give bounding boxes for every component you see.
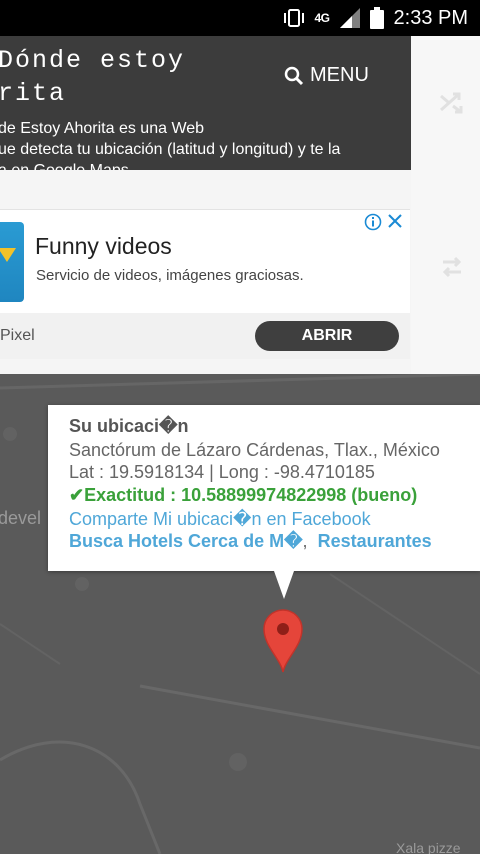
share-facebook-link[interactable]: Comparte Mi ubicaci�n en Facebook bbox=[69, 509, 371, 530]
location-pin-icon[interactable] bbox=[262, 608, 304, 674]
menu-button[interactable]: MENU bbox=[284, 64, 369, 87]
map-place-label: Xala pizze bbox=[396, 840, 461, 854]
link-separator: , bbox=[302, 531, 308, 551]
ad-choices[interactable] bbox=[364, 213, 403, 231]
clock: 2:33 PM bbox=[393, 6, 468, 29]
search-icon bbox=[284, 66, 304, 85]
info-accuracy: ✔Exactitud : 10.58899974822998 (bueno) bbox=[69, 485, 418, 505]
info-coordinates: Lat : 19.5918134 | Long : -98.4710185 bbox=[69, 462, 375, 482]
info-icon[interactable] bbox=[364, 213, 382, 231]
info-links: Busca Hotels Cerca de M�, Restaurantes bbox=[69, 531, 432, 552]
signal-icon bbox=[339, 8, 360, 28]
location-info-window: Su ubicaci�n Sanctórum de Lázaro Cárdena… bbox=[48, 405, 480, 599]
battery-icon bbox=[369, 7, 384, 29]
transfer-icon bbox=[442, 256, 462, 278]
restaurants-link[interactable]: Restaurantes bbox=[318, 531, 432, 551]
status-bar: 4G 2:33 PM bbox=[0, 0, 480, 36]
ad-thumbnail[interactable] bbox=[0, 222, 24, 302]
ad-banner[interactable]: Funny videos Servicio de videos, imágene… bbox=[0, 209, 410, 359]
ad-advertiser: Pixel bbox=[0, 327, 35, 344]
site-title[interactable]: Dónde estoy rita bbox=[0, 44, 258, 110]
ad-subtitle: Servicio de videos, imágenes graciosas. bbox=[36, 267, 304, 284]
description-line: ue detecta tu ubicación (latitud y longi… bbox=[0, 141, 341, 158]
ad-open-button[interactable]: ABRIR bbox=[255, 321, 399, 351]
shuffle-icon bbox=[440, 92, 463, 114]
background-page bbox=[411, 36, 480, 376]
vibrate-icon bbox=[283, 9, 304, 27]
info-heading: Su ubicaci�n bbox=[69, 416, 189, 436]
menu-label: MENU bbox=[310, 64, 369, 86]
site-description: de Estoy Ahorita es una Web ue detecta t… bbox=[0, 118, 411, 170]
ad-footer: Pixel ABRIR bbox=[0, 313, 410, 359]
map-place-label: devel bbox=[0, 508, 42, 528]
network-type: 4G bbox=[314, 11, 331, 25]
close-icon[interactable] bbox=[387, 213, 403, 229]
description-line: de Estoy Ahorita es una Web bbox=[0, 120, 205, 137]
ad-title[interactable]: Funny videos bbox=[35, 233, 172, 260]
site-header: Dónde estoy rita MENU de Estoy Ahorita e… bbox=[0, 36, 411, 170]
hotels-link[interactable]: Busca Hotels Cerca de M� bbox=[69, 531, 303, 551]
info-window-tail bbox=[274, 571, 294, 599]
info-address: Sanctórum de Lázaro Cárdenas, Tlax., Méx… bbox=[69, 440, 440, 460]
description-line: a en Google Maps bbox=[0, 160, 411, 170]
